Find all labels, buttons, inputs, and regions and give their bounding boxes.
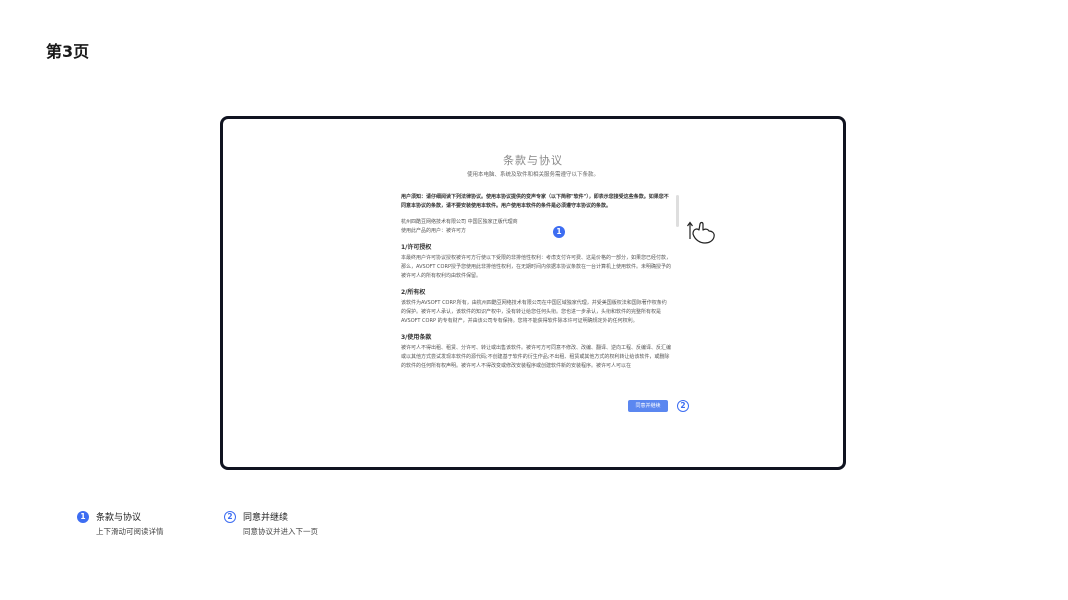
dialog-subtitle: 使用本电脑、系统及软件和相关服务需遵守以下条款。 — [466, 172, 599, 178]
annotation-marker-1: 1 — [553, 226, 565, 238]
legend-title: 条款与协议 — [96, 513, 142, 523]
licensor-line: 杭州四酷豆网络技术有限公司 中国区独家正版代理商 — [401, 219, 518, 225]
terms-scrollbar[interactable] — [676, 195, 679, 227]
terms-scroll-area[interactable]: 用户须知：请仔细阅读下列法律协议。使用本协议提供的变声专家（以下简称"软件"），… — [401, 193, 671, 389]
section-heading: 3/使用条款 — [401, 334, 432, 341]
device-frame: 条款与协议 使用本电脑、系统及软件和相关服务需遵守以下条款。 用户须知：请仔细阅… — [220, 116, 846, 470]
hand-swipe-icon — [687, 221, 715, 244]
legend-marker: 1 — [77, 511, 89, 523]
terms-notice: 用户须知：请仔细阅读下列法律协议。使用本协议提供的变声专家（以下简称"软件"），… — [401, 194, 669, 209]
annotation-marker-2: 2 — [677, 400, 689, 412]
section-heading: 1/许可授权 — [401, 244, 432, 251]
section-heading: 2/所有权 — [401, 289, 426, 296]
legend-marker: 2 — [224, 511, 236, 523]
legend-desc: 上下滑动可阅读详情 — [96, 527, 164, 536]
section-body: 被许可人不得出租、租赁、分许可、转让或出售该软件。被许可方可同意不修改、改编、翻… — [401, 345, 671, 369]
section-body: 本最终用户许可协议授权被许可方行使以下受限的非排他性权利：考虑支付许可费、这是价… — [401, 255, 671, 279]
terms-parties: 杭州四酷豆网络技术有限公司 中国区独家正版代理商 使用此产品的用户：被许可方 — [401, 218, 671, 236]
section-body: 该软件为AVSOFT CORP.所有，由杭州四酷豆网络技术有限公司在中国区域独家… — [401, 300, 667, 324]
agree-continue-button[interactable]: 同意并继续 — [628, 400, 668, 412]
legend-desc: 同意协议并进入下一页 — [243, 527, 318, 536]
page-title: 第3页 — [46, 42, 90, 61]
licensee-line: 使用此产品的用户：被许可方 — [401, 228, 467, 234]
dialog-title: 条款与协议 — [503, 154, 563, 167]
legend-title: 同意并继续 — [243, 513, 289, 523]
